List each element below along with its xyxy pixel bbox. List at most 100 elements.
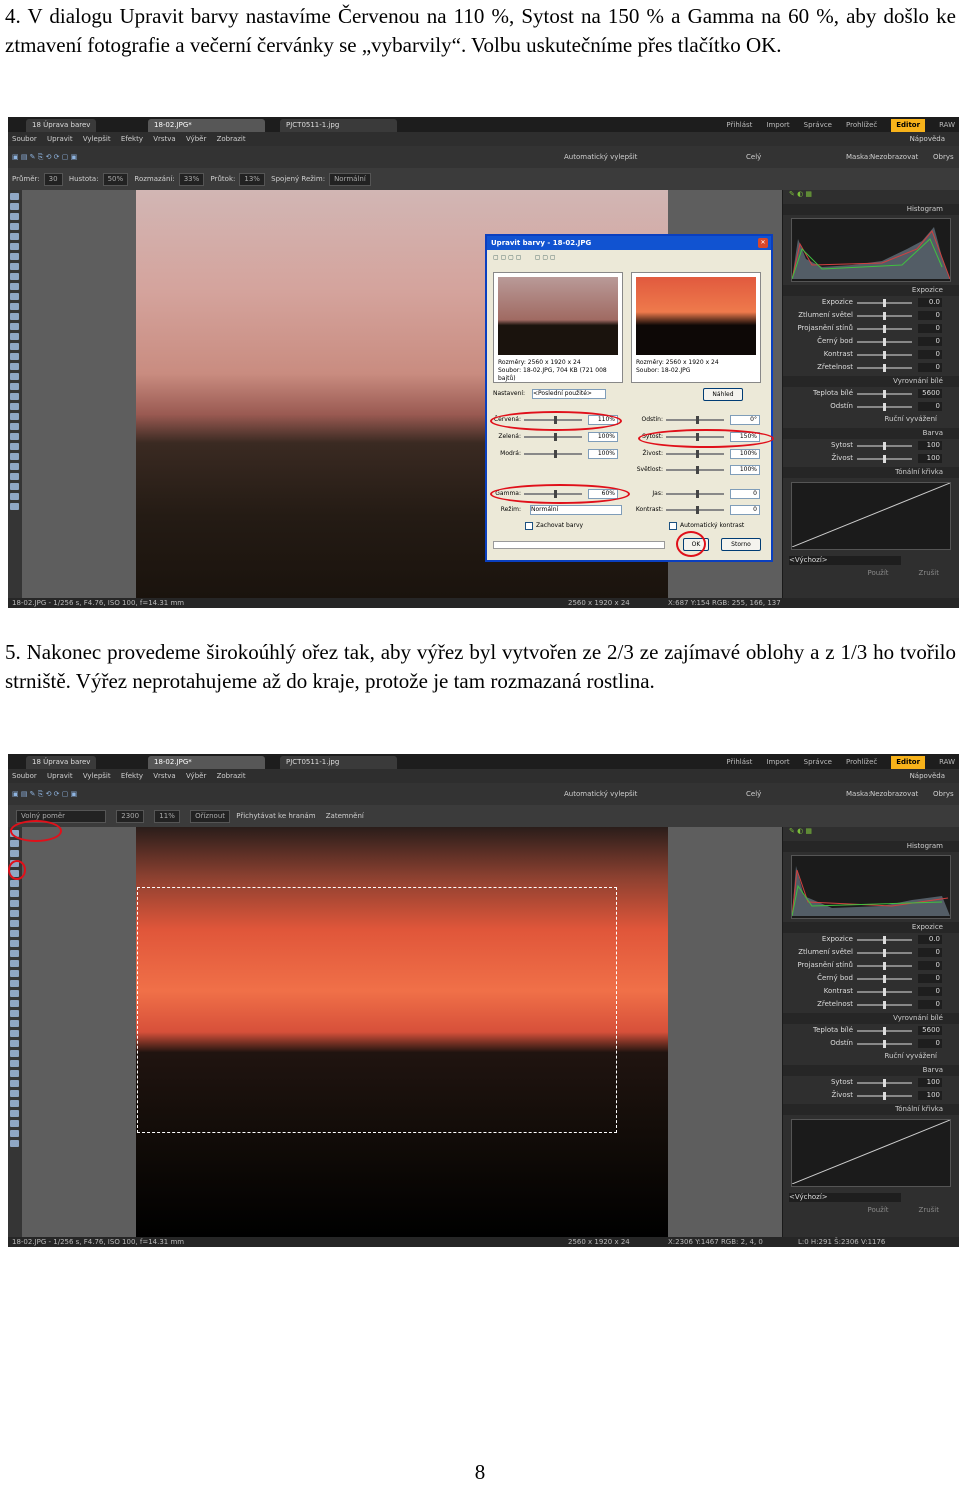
toolbar-icons[interactable]: ▣ ▤ ✎ ⎘ ⟲ ⟳ ▢ ▣ xyxy=(12,153,77,161)
sat-slider[interactable] xyxy=(857,1078,912,1087)
auto-contrast-row[interactable]: Automatický kontrast xyxy=(669,520,744,531)
black-point-slider[interactable] xyxy=(857,974,912,983)
discard-button[interactable]: Zrušit xyxy=(919,1204,939,1217)
exposure-header[interactable]: Expozice xyxy=(783,922,959,933)
vib-slider[interactable] xyxy=(857,454,912,463)
clarity-slider[interactable] xyxy=(857,1000,912,1009)
crop-scale[interactable]: 11% xyxy=(154,810,180,823)
opt-rozmazani[interactable]: 33% xyxy=(178,173,205,186)
tab-pjct[interactable]: PJCT0511-1.jpg xyxy=(280,756,397,769)
white-balance-header[interactable]: Vyrovnání bílé xyxy=(783,1013,959,1024)
mode-import[interactable]: Import xyxy=(766,119,789,132)
opt-prutok[interactable]: 13% xyxy=(239,173,265,186)
menu-vrstva[interactable]: Vrstva xyxy=(153,772,176,780)
exposure-value[interactable]: 0.0 xyxy=(918,298,942,307)
auto-contrast-checkbox[interactable] xyxy=(669,521,677,530)
contrast-value[interactable]: 0 xyxy=(918,987,942,996)
contrast-slider[interactable] xyxy=(857,350,912,359)
histogram-header[interactable]: Histogram xyxy=(783,841,959,852)
lightness-slider[interactable] xyxy=(666,465,724,474)
opt-prumer[interactable]: 30 xyxy=(43,173,63,186)
vibrance-value[interactable]: 100% xyxy=(730,448,760,459)
keep-colors-row[interactable]: Zachovat barvy xyxy=(525,520,583,531)
tab-18-02[interactable]: 18-02.JPG* xyxy=(148,756,265,769)
mode-select[interactable]: Normální xyxy=(530,504,622,515)
mode-prihlasit[interactable]: Přihlást xyxy=(726,756,752,769)
temperature-slider[interactable] xyxy=(857,1026,912,1035)
vibrance-slider[interactable] xyxy=(666,449,724,458)
exposure-slider[interactable] xyxy=(857,298,912,307)
mode-raw[interactable]: RAW xyxy=(939,119,955,132)
crop-button[interactable]: Oříznout xyxy=(190,810,231,823)
crop-selection[interactable] xyxy=(137,887,617,1133)
close-icon[interactable]: ✕ xyxy=(758,238,768,248)
exposure-value[interactable]: 0.0 xyxy=(918,935,942,944)
cancel-button[interactable]: Storno xyxy=(721,538,761,551)
tab-pjct[interactable]: PJCT0511-1.jpg xyxy=(280,119,397,132)
vib-slider[interactable] xyxy=(857,1091,912,1100)
opt-hustota[interactable]: 50% xyxy=(102,173,129,186)
darken-checkbox[interactable]: Zatemnění xyxy=(326,812,364,820)
highlights-slider[interactable] xyxy=(857,948,912,957)
panel-tab-icons[interactable]: ✎ ◐ ▦ xyxy=(783,827,959,839)
highlights-value[interactable]: 0 xyxy=(918,948,942,957)
mode-raw[interactable]: RAW xyxy=(939,756,955,769)
preview-button[interactable]: Náhled xyxy=(703,388,743,401)
shadows-value[interactable]: 0 xyxy=(918,324,942,333)
outline-toggle[interactable]: Obrys xyxy=(933,146,954,168)
temperature-value[interactable]: 5600 xyxy=(918,1026,942,1035)
mode-spravce[interactable]: Správce xyxy=(804,119,832,132)
color-header[interactable]: Barva xyxy=(783,1065,959,1076)
tone-curve[interactable] xyxy=(791,1119,951,1187)
crop-width[interactable]: 2300 xyxy=(116,810,145,823)
tab-uprava-barev[interactable]: 18 Úprava barev xyxy=(26,756,97,769)
clarity-slider[interactable] xyxy=(857,363,912,372)
vib-value[interactable]: 100 xyxy=(918,454,942,463)
auto-enhance-button[interactable]: Automatický vylepšit xyxy=(564,783,637,805)
contrast-slider[interactable] xyxy=(666,505,724,514)
tint-value[interactable]: 0 xyxy=(918,402,942,411)
contrast-slider[interactable] xyxy=(857,987,912,996)
blue-slider[interactable] xyxy=(524,449,582,458)
mask-select[interactable]: Nezobrazovat xyxy=(870,783,918,805)
brightness-slider[interactable] xyxy=(666,489,724,498)
menu-vrstva[interactable]: Vrstva xyxy=(153,135,176,143)
image-canvas[interactable] xyxy=(22,827,783,1237)
blue-value[interactable]: 100% xyxy=(588,448,618,459)
keep-colors-checkbox[interactable] xyxy=(525,521,533,530)
menu-zobrazit[interactable]: Zobrazit xyxy=(217,135,246,143)
tint-slider[interactable] xyxy=(857,402,912,411)
opt-spojeny[interactable]: Spojený xyxy=(271,175,299,183)
tone-curve[interactable] xyxy=(791,482,951,550)
contrast-value[interactable]: 0 xyxy=(730,504,760,515)
sat-slider[interactable] xyxy=(857,441,912,450)
help-link[interactable]: Nápověda xyxy=(910,132,945,146)
menu-vyber[interactable]: Výběr xyxy=(186,135,206,143)
outline-toggle[interactable]: Obrys xyxy=(933,783,954,805)
preset-select[interactable]: <Výchozí> xyxy=(789,556,901,565)
shadows-slider[interactable] xyxy=(857,961,912,970)
snap-to-edges-checkbox[interactable]: Přichytávat ke hranám xyxy=(236,812,315,820)
black-point-value[interactable]: 0 xyxy=(918,974,942,983)
tone-curve-header[interactable]: Tónální křivka xyxy=(783,467,959,478)
tint-value[interactable]: 0 xyxy=(918,1039,942,1048)
menu-efekty[interactable]: Efekty xyxy=(121,135,143,143)
shadows-value[interactable]: 0 xyxy=(918,961,942,970)
preset-select[interactable]: <Poslední použité> xyxy=(532,388,606,399)
menu-vyber[interactable]: Výběr xyxy=(186,772,206,780)
panel-tab-icons[interactable]: ✎ ◐ ▦ xyxy=(783,190,959,202)
histogram-header[interactable]: Histogram xyxy=(783,204,959,215)
hue-value[interactable]: 0° xyxy=(730,414,760,425)
mode-import[interactable]: Import xyxy=(766,756,789,769)
auto-enhance-button[interactable]: Automatický vylepšit xyxy=(564,146,637,168)
apply-button[interactable]: Použít xyxy=(867,567,888,580)
hue-slider[interactable] xyxy=(666,415,724,424)
help-link[interactable]: Nápověda xyxy=(910,769,945,783)
zoom-select[interactable]: Celý xyxy=(746,783,761,805)
sat-value[interactable]: 100 xyxy=(918,441,942,450)
highlights-slider[interactable] xyxy=(857,311,912,320)
tab-uprava-barev[interactable]: 18 Úprava barev xyxy=(26,119,97,132)
vib-value[interactable]: 100 xyxy=(918,1091,942,1100)
menu-soubor[interactable]: Soubor xyxy=(12,135,37,143)
apply-button[interactable]: Použít xyxy=(867,1204,888,1217)
